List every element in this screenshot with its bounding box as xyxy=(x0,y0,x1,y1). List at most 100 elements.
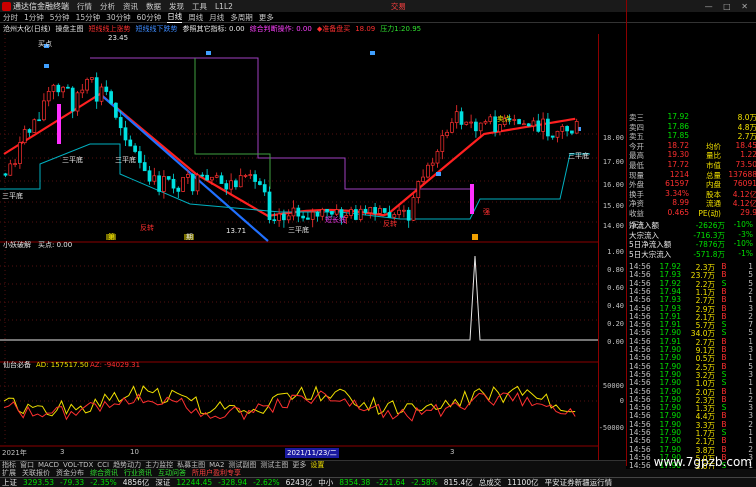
app-logo: 通达信金融终端 xyxy=(2,1,69,12)
status-sz-val: 12244.45 xyxy=(176,478,213,487)
candle-body xyxy=(147,170,152,182)
period-tab-5[interactable]: 60分钟 xyxy=(137,12,162,23)
legend-rpt-val: 18.09 xyxy=(355,24,376,33)
quote-key2: 量比 xyxy=(706,151,721,161)
time-label-2: 10 xyxy=(130,448,139,456)
candle-body xyxy=(166,176,171,180)
status-sh-val: 3293.53 xyxy=(23,478,55,487)
candle-body xyxy=(75,92,80,112)
flow-value: -7876万 xyxy=(695,240,725,250)
candle-body xyxy=(229,180,233,190)
candle-body xyxy=(109,91,113,104)
menu-item-market[interactable]: 行情 xyxy=(77,1,92,12)
label-buy-point: 买点 xyxy=(38,40,52,48)
candle-body xyxy=(426,164,430,178)
candle-body xyxy=(435,151,440,164)
label-three-point-e: 三平底 xyxy=(568,151,589,160)
label-strong: 强 xyxy=(483,208,490,216)
period-tab-2[interactable]: 5分钟 xyxy=(50,12,70,23)
candle-body xyxy=(42,100,46,121)
label-three-point-b: 三平底 xyxy=(62,155,83,164)
period-tab-10[interactable]: 更多 xyxy=(259,12,274,23)
candle-body xyxy=(219,175,224,184)
quote-key: 外盘 xyxy=(629,180,644,190)
kline-chart[interactable]: 买点 23.45 13.71 三平底 三平底 三平底 三平底 三平底 反转 反转… xyxy=(0,34,598,448)
time-axis: 2021年 3 10 2021/11/23/二 3 xyxy=(0,448,598,458)
sub1-name[interactable]: 小妖破解 xyxy=(3,240,31,249)
candle-body xyxy=(104,86,109,92)
menu-item-trade[interactable]: 交易 xyxy=(391,1,406,12)
candle-body xyxy=(238,175,243,188)
menu-item-l1l2[interactable]: L1L2 xyxy=(215,2,233,11)
candle-body xyxy=(66,86,70,89)
quote-key2: 内盘 xyxy=(706,180,721,190)
quote-key: 换手 xyxy=(629,189,644,199)
candle-body xyxy=(142,162,147,172)
menu-item-news[interactable]: 资讯 xyxy=(123,1,138,12)
flow-value: -2626万 xyxy=(695,221,725,230)
candle-body xyxy=(546,118,550,137)
candle-body xyxy=(310,211,315,220)
label-three-point-c: 三平底 xyxy=(115,155,136,164)
ma-line-blue xyxy=(99,93,269,242)
quote-key2: 股本 xyxy=(706,189,721,199)
legend-pressure: 压力1:20.95 xyxy=(380,24,422,33)
candle-body xyxy=(114,102,118,118)
candle-body xyxy=(512,119,517,121)
menu-item-analysis[interactable]: 分析 xyxy=(100,1,115,12)
quote-value: 17.92 xyxy=(667,112,689,121)
period-tab-7[interactable]: 周线 xyxy=(188,12,203,23)
candle-body xyxy=(267,191,272,221)
quote-row: 现量 1214 总量 137688 xyxy=(627,170,756,180)
candle-body xyxy=(123,127,128,141)
flow-row: 大宗流入 -716.3万 -3% xyxy=(627,230,756,240)
quote-row: 最低 17.72 市值 73.50 xyxy=(627,160,756,170)
candle-body xyxy=(574,121,579,134)
period-tab-1[interactable]: 1分钟 xyxy=(24,12,44,23)
period-tab-6[interactable]: 日线 xyxy=(167,11,183,23)
status-notice[interactable]: 平安证券新疆运行情 xyxy=(545,478,613,487)
period-tab-9[interactable]: 多周期 xyxy=(230,12,253,23)
indicator-name[interactable]: 操盘主图 xyxy=(55,24,83,34)
flow-row: 5日大宗流入 -571.8万 -1% xyxy=(627,249,756,259)
chart-area[interactable]: 买点 23.45 13.71 三平底 三平底 三平底 三平底 三平底 反转 反转… xyxy=(0,34,598,460)
candle-body xyxy=(358,208,363,220)
flow-row: 净流入额 -2626万 -10% xyxy=(627,220,756,230)
menu-item-discover[interactable]: 发现 xyxy=(169,1,184,12)
candle-body xyxy=(133,145,137,152)
menu-item-data[interactable]: 数据 xyxy=(146,1,161,12)
candle-body xyxy=(80,89,85,94)
period-tab-8[interactable]: 月线 xyxy=(209,12,224,23)
stock-name[interactable]: 沧州大化(日线) xyxy=(3,24,50,34)
candle-body xyxy=(94,77,99,102)
label-three-point-d: 三平底 xyxy=(288,225,309,234)
status-sh-name[interactable]: 上证 xyxy=(2,478,17,487)
sub1-axis-3: 0.40 xyxy=(607,302,624,310)
candle-body xyxy=(450,122,454,133)
status-sz-name[interactable]: 深证 xyxy=(155,478,170,487)
quote-key2: 市值 xyxy=(706,161,721,170)
price-axis-3: 15.00 xyxy=(602,202,624,210)
candle-body xyxy=(517,119,521,125)
quote-value2: 1.22 xyxy=(740,150,756,160)
legend-ref: 参照其它指标: 0.00 xyxy=(182,24,245,33)
candle-body xyxy=(13,163,17,165)
legend-down-line: 短线线下跌势 xyxy=(135,24,178,33)
candle-body xyxy=(27,129,32,133)
period-tab-3[interactable]: 15分钟 xyxy=(76,12,101,23)
sub2-axis-2: -50000 xyxy=(598,424,624,432)
flow-key: 大宗流入 xyxy=(629,230,659,240)
period-tab-0[interactable]: 分时 xyxy=(3,12,18,23)
candle-body xyxy=(555,130,560,138)
candle-body xyxy=(176,187,181,192)
status-sz-amt: 6243亿 xyxy=(285,478,313,487)
quote-row: 卖四 17.86 4.8万 xyxy=(627,122,756,132)
period-tab-4[interactable]: 30分钟 xyxy=(106,12,131,23)
status-zx-name[interactable]: 中小 xyxy=(318,478,333,487)
sub2-name[interactable]: 仙台必备 xyxy=(3,360,31,369)
quote-key: 收益(三) xyxy=(629,209,644,229)
menu-item-tools[interactable]: 工具 xyxy=(192,1,207,12)
candle-body xyxy=(378,208,382,214)
candle-body xyxy=(541,118,545,132)
candle-body xyxy=(440,135,445,152)
